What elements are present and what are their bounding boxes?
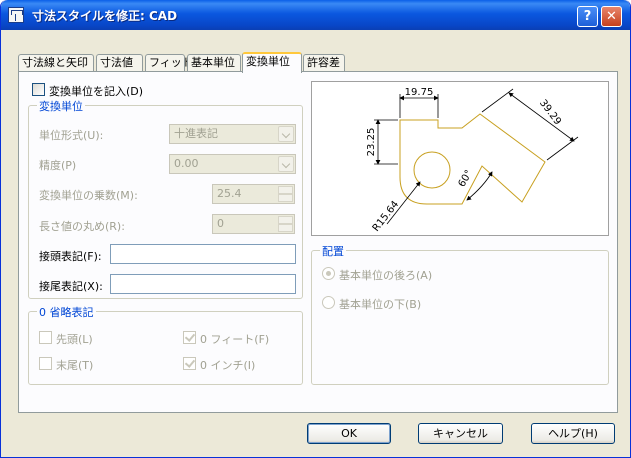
- dim-left-text: 23.25: [366, 128, 377, 157]
- tab-tolerances[interactable]: 許容差: [303, 54, 345, 72]
- leading-label: 先頭(L): [56, 333, 93, 346]
- help-button[interactable]: ヘルプ(H): [531, 423, 615, 444]
- preview-part-outline: [399, 113, 546, 205]
- spin-up-icon[interactable]: [278, 216, 293, 224]
- prefix-label: 接頭表記(F):: [39, 250, 102, 263]
- alternate-units-panel: 変換単位を記入(D) 変換単位 単位形式(U): 十進表記 精度(P) 0.00…: [18, 71, 618, 413]
- below-primary-radio[interactable]: [322, 296, 335, 309]
- display-alternate-label: 変換単位を記入(D): [49, 85, 144, 98]
- title-bar[interactable]: 寸法スタイルを修正: CAD ? ✕: [1, 0, 630, 30]
- cancel-button[interactable]: キャンセル: [418, 423, 503, 444]
- unit-format-select[interactable]: 十進表記: [169, 124, 296, 144]
- multiplier-value: 25.4: [217, 187, 242, 200]
- prefix-input[interactable]: [110, 244, 296, 264]
- tab-primary-units[interactable]: 基本単位: [187, 54, 241, 72]
- round-off-label: 長さ値の丸め(R):: [39, 220, 125, 233]
- multiplier-spinner[interactable]: 25.4: [212, 184, 295, 204]
- leading-checkbox[interactable]: [39, 331, 52, 344]
- tab-fit[interactable]: フィット: [145, 54, 193, 72]
- title-help-button[interactable]: ?: [577, 6, 598, 27]
- alternate-units-group: 変換単位 単位形式(U): 十進表記 精度(P) 0.00 変換単位の乗数(M)…: [28, 98, 303, 299]
- ok-button[interactable]: OK: [307, 423, 391, 444]
- zero-suppression-title: 0 省略表記: [37, 304, 96, 320]
- trailing-label: 末尾(T): [56, 359, 94, 372]
- precision-select[interactable]: 0.00: [169, 154, 296, 174]
- dialog-window: 寸法スタイルを修正: CAD ? ✕ 寸法線と矢印 寸法値 フィット 基本単位 …: [0, 0, 631, 458]
- placement-title: 配置: [320, 243, 346, 259]
- suffix-label: 接尾表記(X):: [39, 280, 103, 293]
- zero-inches-checkbox[interactable]: [183, 357, 196, 370]
- placement-group: 配置 基本単位の後ろ(A) 基本単位の下(B): [311, 243, 609, 385]
- precision-value: 0.00: [174, 157, 199, 170]
- window-title: 寸法スタイルを修正: CAD: [32, 9, 178, 23]
- trailing-checkbox[interactable]: [39, 357, 52, 370]
- round-off-spinner[interactable]: 0: [212, 214, 295, 234]
- precision-label: 精度(P): [39, 159, 77, 172]
- suffix-input[interactable]: [110, 274, 296, 294]
- chevron-down-icon: [278, 126, 294, 142]
- dimension-preview-drawing: 19.75 23.25 39.29 60° R15.64: [366, 87, 579, 234]
- dim-radius-text: R15.64: [371, 199, 402, 234]
- tab-alternate-units[interactable]: 変換単位: [242, 52, 302, 73]
- tab-text[interactable]: 寸法値: [96, 54, 143, 72]
- chevron-down-icon: [278, 156, 294, 172]
- display-alternate-checkbox[interactable]: [32, 83, 45, 96]
- after-primary-label: 基本単位の後ろ(A): [339, 269, 433, 282]
- dim-top-text: 19.75: [405, 87, 434, 98]
- preview-pane: 19.75 23.25 39.29 60° R15.64: [311, 81, 609, 236]
- zero-inches-label: 0 インチ(I): [200, 359, 256, 372]
- spin-down-icon[interactable]: [278, 194, 293, 202]
- unit-format-label: 単位形式(U):: [39, 129, 104, 142]
- unit-format-value: 十進表記: [174, 127, 218, 140]
- title-close-button[interactable]: ✕: [601, 6, 622, 27]
- multiplier-label: 変換単位の乗数(M):: [39, 189, 138, 202]
- alternate-units-title: 変換単位: [37, 98, 85, 114]
- zero-suppression-group: 0 省略表記 先頭(L) 末尾(T) 0 フィート(F) 0 インチ(I): [28, 304, 303, 385]
- tab-lines-arrows[interactable]: 寸法線と矢印: [18, 54, 94, 72]
- spin-down-icon[interactable]: [278, 224, 293, 232]
- zero-feet-label: 0 フィート(F): [200, 333, 270, 346]
- dimension-style-icon: [8, 7, 24, 23]
- after-primary-radio[interactable]: [322, 267, 335, 280]
- zero-feet-checkbox[interactable]: [183, 331, 196, 344]
- round-off-value: 0: [217, 217, 224, 230]
- dim-angle-text: 60°: [457, 168, 475, 189]
- below-primary-label: 基本単位の下(B): [339, 298, 422, 311]
- spin-up-icon[interactable]: [278, 186, 293, 194]
